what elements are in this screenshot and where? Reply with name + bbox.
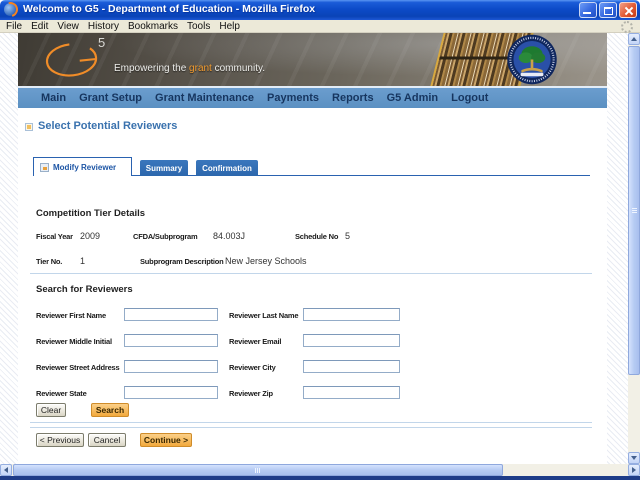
zip-label: Reviewer Zip bbox=[229, 389, 273, 398]
state-label: Reviewer State bbox=[36, 389, 87, 398]
fiscal-year-value: 2009 bbox=[80, 231, 101, 241]
banner-tagline: Empowering the grant community. bbox=[114, 63, 266, 74]
email-label: Reviewer Email bbox=[229, 337, 282, 346]
nav-logout[interactable]: Logout bbox=[451, 92, 488, 104]
education-seal-icon bbox=[507, 34, 557, 85]
cfda-label: CFDA/Subprogram bbox=[133, 232, 198, 241]
fiscal-year-label: Fiscal Year bbox=[36, 232, 73, 241]
menu-history[interactable]: History bbox=[88, 21, 119, 32]
clear-button[interactable]: Clear bbox=[36, 403, 66, 417]
vertical-scrollbar[interactable] bbox=[628, 33, 640, 464]
up-arrow-icon bbox=[631, 37, 637, 41]
window-bottom-border bbox=[0, 476, 640, 480]
close-button[interactable] bbox=[619, 2, 637, 18]
tab-summary[interactable]: Summary bbox=[140, 160, 188, 176]
nav-reports[interactable]: Reports bbox=[332, 92, 374, 104]
menu-edit[interactable]: Edit bbox=[31, 21, 48, 32]
window-controls bbox=[579, 2, 637, 18]
reviewer-email-input[interactable] bbox=[303, 334, 400, 347]
continue-button[interactable]: Continue > bbox=[140, 433, 192, 447]
form-row: Reviewer Middle Initial Reviewer Email bbox=[18, 334, 607, 350]
menu-bookmarks[interactable]: Bookmarks bbox=[128, 21, 178, 32]
reviewer-zip-input[interactable] bbox=[303, 386, 400, 399]
g5-banner: 5 Empowering the grant community. bbox=[18, 33, 607, 86]
heading-bullet-icon bbox=[25, 123, 33, 131]
reviewer-first-name-input[interactable] bbox=[124, 308, 218, 321]
g5-logo-g bbox=[45, 43, 98, 77]
firefox-icon bbox=[4, 3, 17, 16]
horizontal-scrollbar[interactable] bbox=[0, 464, 640, 476]
page-title: Select Potential Reviewers bbox=[38, 120, 178, 132]
tab-confirmation[interactable]: Confirmation bbox=[196, 160, 258, 176]
g5-logo-number: 5 bbox=[98, 35, 107, 50]
search-heading: Search for Reviewers bbox=[36, 284, 133, 295]
previous-button[interactable]: < Previous bbox=[36, 433, 84, 447]
reviewer-state-input[interactable] bbox=[124, 386, 218, 399]
subprogram-desc-value: New Jersey Schools bbox=[225, 256, 307, 266]
page-content: 5 Empowering the grant community. Main G… bbox=[18, 33, 607, 464]
vertical-scrollbar-thumb[interactable] bbox=[628, 46, 640, 375]
subprogram-desc-label: Subprogram Description bbox=[140, 257, 224, 266]
menu-file[interactable]: File bbox=[6, 21, 22, 32]
tier-details-heading: Competition Tier Details bbox=[36, 208, 146, 219]
scroll-up-button[interactable] bbox=[628, 33, 640, 45]
minimize-button[interactable] bbox=[579, 2, 597, 18]
reviewer-city-input[interactable] bbox=[303, 360, 400, 373]
form-row: Reviewer First Name Reviewer Last Name bbox=[18, 308, 607, 324]
nav-g5-admin[interactable]: G5 Admin bbox=[387, 92, 439, 104]
restore-button[interactable] bbox=[599, 2, 617, 18]
search-button[interactable]: Search bbox=[91, 403, 129, 417]
footer-divider bbox=[30, 422, 592, 423]
nav-main[interactable]: Main bbox=[41, 92, 66, 104]
schedule-no-label: Schedule No bbox=[295, 232, 339, 241]
cfda-value: 84.003J bbox=[213, 231, 246, 241]
street-address-label: Reviewer Street Address bbox=[36, 363, 120, 372]
horizontal-scrollbar-thumb[interactable] bbox=[13, 464, 503, 476]
schedule-no-value: 5 bbox=[345, 231, 351, 241]
last-name-label: Reviewer Last Name bbox=[229, 311, 299, 320]
cancel-button[interactable]: Cancel bbox=[88, 433, 126, 447]
tab-modify-reviewer[interactable]: Modify Reviewer bbox=[33, 157, 132, 176]
window-titlebar: Welcome to G5 - Department of Education … bbox=[0, 0, 640, 20]
reviewer-last-name-input[interactable] bbox=[303, 308, 400, 321]
tier-no-label: Tier No. bbox=[36, 257, 63, 266]
scroll-left-button[interactable] bbox=[0, 464, 12, 476]
form-row: Reviewer Street Address Reviewer City bbox=[18, 360, 607, 376]
nav-grant-setup[interactable]: Grant Setup bbox=[79, 92, 142, 104]
scroll-right-button[interactable] bbox=[628, 464, 640, 476]
reviewer-middle-initial-input[interactable] bbox=[124, 334, 218, 347]
restore-icon bbox=[604, 7, 613, 15]
browser-window: Welcome to G5 - Department of Education … bbox=[0, 0, 640, 480]
tab-edit-icon bbox=[40, 162, 49, 172]
menu-bar: File Edit View History Bookmarks Tools H… bbox=[0, 20, 640, 33]
section-divider bbox=[30, 273, 592, 274]
main-nav: Main Grant Setup Grant Maintenance Payme… bbox=[18, 88, 607, 108]
nav-grant-maintenance[interactable]: Grant Maintenance bbox=[155, 92, 254, 104]
browser-viewport: 5 Empowering the grant community. Main G… bbox=[0, 33, 640, 476]
menu-tools[interactable]: Tools bbox=[187, 21, 210, 32]
tier-no-value: 1 bbox=[80, 256, 86, 266]
throbber-icon bbox=[621, 21, 633, 33]
menu-help[interactable]: Help bbox=[219, 21, 240, 32]
nav-payments[interactable]: Payments bbox=[267, 92, 319, 104]
reviewer-street-address-input[interactable] bbox=[124, 360, 218, 373]
first-name-label: Reviewer First Name bbox=[36, 311, 106, 320]
city-label: Reviewer City bbox=[229, 363, 276, 372]
menu-view[interactable]: View bbox=[57, 21, 79, 32]
left-arrow-icon bbox=[4, 467, 8, 473]
minimize-icon bbox=[583, 12, 591, 14]
window-title: Welcome to G5 - Department of Education … bbox=[23, 3, 316, 15]
down-arrow-icon bbox=[631, 456, 637, 460]
right-arrow-icon bbox=[632, 467, 636, 473]
footer-divider bbox=[30, 427, 592, 428]
middle-initial-label: Reviewer Middle Initial bbox=[36, 337, 112, 346]
form-row: Reviewer State Reviewer Zip bbox=[18, 386, 607, 402]
scroll-down-button[interactable] bbox=[628, 452, 640, 464]
